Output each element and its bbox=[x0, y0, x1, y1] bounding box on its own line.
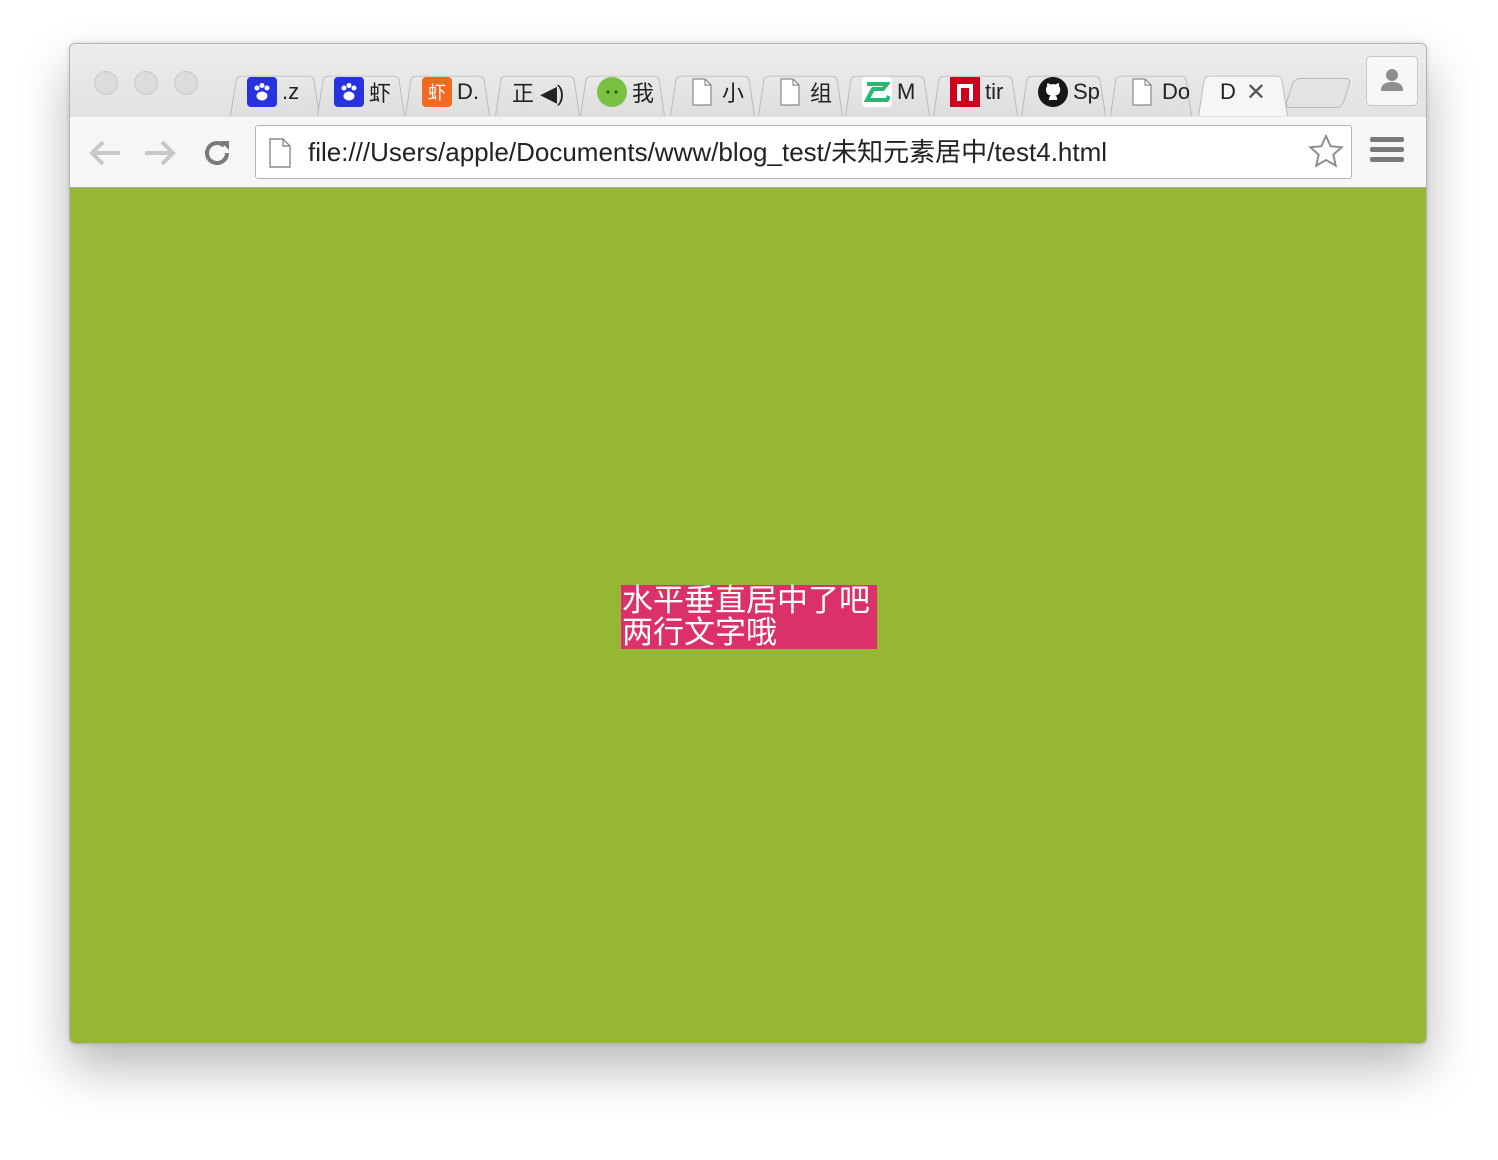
green-z-icon bbox=[862, 77, 892, 107]
tab-label: tir bbox=[985, 79, 1004, 104]
tab-2[interactable]: 虾 bbox=[307, 68, 405, 116]
tab-7[interactable]: 组 bbox=[748, 68, 843, 116]
tab-label: D. bbox=[457, 79, 479, 104]
browser-window: .z 虾 虾 D. 正 ◀) 我 小 组 M tir Sp Do D ✕ fil… bbox=[69, 43, 1427, 1044]
tab-label: 组 bbox=[810, 81, 833, 106]
tab-label: 我 bbox=[632, 81, 655, 106]
page-icon bbox=[687, 77, 717, 107]
tab-label: .z bbox=[282, 79, 300, 104]
reload-icon bbox=[205, 141, 230, 166]
tab-4[interactable]: 正 ◀) bbox=[485, 68, 580, 116]
address-url[interactable]: file:///Users/apple/Documents/www/blog_t… bbox=[308, 126, 1107, 178]
minimize-window-button[interactable] bbox=[134, 71, 158, 95]
red-n-icon bbox=[950, 77, 980, 107]
tab-1[interactable]: .z bbox=[220, 68, 320, 116]
tab-label: 正 ◀) bbox=[512, 81, 565, 106]
tab-label: 虾 bbox=[369, 81, 392, 106]
tab-label: D bbox=[1220, 79, 1236, 104]
page-icon bbox=[1127, 77, 1157, 107]
new-tab-button[interactable] bbox=[1289, 78, 1347, 108]
github-icon bbox=[1038, 77, 1068, 107]
tab-label: Do bbox=[1162, 79, 1191, 104]
forward-arrow-icon bbox=[145, 140, 176, 166]
tab-label: M bbox=[897, 79, 916, 104]
tab-label: 小 bbox=[722, 81, 745, 106]
tab-strip: .z 虾 虾 D. 正 ◀) 我 小 组 M tir Sp Do D ✕ bbox=[220, 64, 1360, 117]
tab-3[interactable]: 虾 D. bbox=[395, 68, 490, 116]
tab-5[interactable]: 我 bbox=[570, 68, 665, 116]
reload-button[interactable] bbox=[199, 135, 235, 171]
wechat-icon bbox=[597, 77, 627, 107]
tab-9[interactable]: tir bbox=[923, 68, 1018, 116]
tab-6[interactable]: 小 bbox=[660, 68, 755, 116]
tab-10[interactable]: Sp bbox=[1011, 68, 1106, 116]
close-tab-icon[interactable]: ✕ bbox=[1246, 78, 1266, 107]
baidu-paw-icon bbox=[247, 77, 277, 107]
page-icon bbox=[269, 138, 291, 168]
forward-button[interactable] bbox=[142, 135, 178, 171]
bookmark-star-icon[interactable] bbox=[1307, 133, 1345, 171]
xiami-icon: 虾 bbox=[422, 77, 452, 107]
box-line-2: 两行文字哦 bbox=[622, 615, 777, 650]
page-viewport: 水平垂直居中了吧 两行文字哦 bbox=[70, 188, 1426, 1043]
tab-active[interactable]: D ✕ bbox=[1188, 68, 1288, 116]
close-window-button[interactable] bbox=[94, 71, 118, 95]
address-bar[interactable]: file:///Users/apple/Documents/www/blog_t… bbox=[255, 125, 1352, 179]
title-bar: .z 虾 虾 D. 正 ◀) 我 小 组 M tir Sp Do D ✕ bbox=[70, 44, 1426, 117]
back-arrow-icon bbox=[89, 140, 120, 166]
baidu-paw-icon bbox=[334, 77, 364, 107]
person-icon bbox=[1381, 69, 1403, 91]
menu-icon[interactable] bbox=[1370, 137, 1404, 169]
box-line-1: 水平垂直居中了吧 bbox=[622, 583, 870, 618]
centered-text-box: 水平垂直居中了吧 两行文字哦 bbox=[621, 585, 877, 649]
tab-8[interactable]: M bbox=[835, 68, 930, 116]
page-icon bbox=[775, 77, 805, 107]
zoom-window-button[interactable] bbox=[174, 71, 198, 95]
tab-11[interactable]: Do bbox=[1100, 68, 1192, 116]
back-button[interactable] bbox=[87, 135, 123, 171]
toolbar: file:///Users/apple/Documents/www/blog_t… bbox=[70, 117, 1426, 188]
profile-button[interactable] bbox=[1366, 56, 1418, 106]
tab-label: Sp bbox=[1073, 79, 1100, 104]
